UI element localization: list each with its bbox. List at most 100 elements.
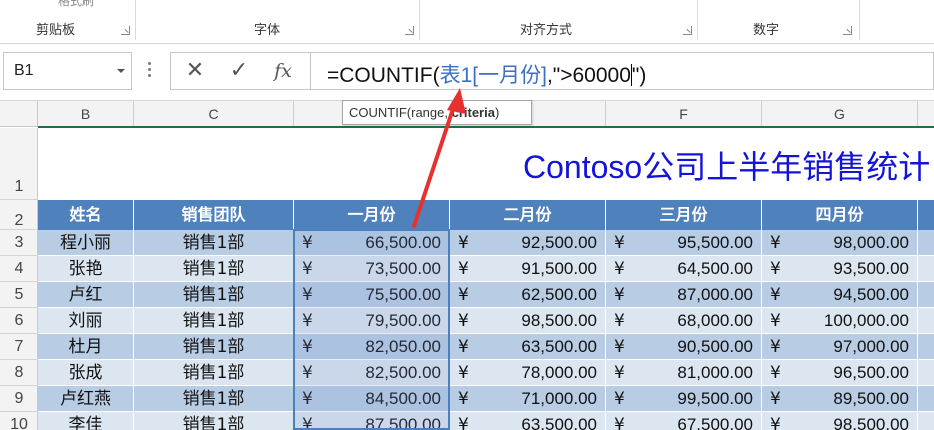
currency-symbol: ¥ (614, 285, 625, 305)
cell-team[interactable]: 销售1部 (134, 412, 294, 430)
table-header-apr[interactable]: 四月份 (762, 200, 918, 230)
column-header-c[interactable]: C (134, 101, 294, 127)
cell-jan[interactable]: ¥66,500.00 (294, 230, 450, 256)
row-header-5[interactable]: 5 (0, 282, 38, 308)
cell-amount: 63,500.00 (521, 415, 597, 430)
row-header-3[interactable]: 3 (0, 230, 38, 256)
table-header-feb[interactable]: 二月份 (450, 200, 606, 230)
cell-apr[interactable]: ¥89,500.00 (762, 386, 918, 412)
cell-team[interactable]: 销售1部 (134, 334, 294, 360)
cell-name[interactable]: 杜月 (38, 334, 134, 360)
worksheet-grid[interactable]: Contoso公司上半年销售统计 姓名 销售团队 一月份 二月份 三月份 四月份… (38, 128, 934, 430)
cell-name[interactable]: 刘丽 (38, 308, 134, 334)
cell-mar[interactable]: ¥95,500.00 (606, 230, 762, 256)
cell-jan[interactable]: ¥82,500.00 (294, 360, 450, 386)
row-header-7[interactable]: 7 (0, 334, 38, 360)
format-painter-label[interactable]: 格式刷 (58, 0, 94, 9)
cell-jan[interactable]: ¥73,500.00 (294, 256, 450, 282)
name-box[interactable]: B1 (3, 52, 132, 90)
cell-name[interactable]: 张艳 (38, 256, 134, 282)
cell-jan[interactable]: ¥82,050.00 (294, 334, 450, 360)
cell-jan[interactable]: ¥84,500.00 (294, 386, 450, 412)
cell-team[interactable]: 销售1部 (134, 308, 294, 334)
cell-apr[interactable]: ¥100,000.00 (762, 308, 918, 334)
row-header-10[interactable]: 10 (0, 412, 38, 430)
cell-amount: 90,500.00 (677, 337, 753, 356)
row-header-9[interactable]: 9 (0, 386, 38, 412)
column-header-g[interactable]: G (762, 101, 918, 127)
function-tooltip[interactable]: COUNTIF(range, criteria) (342, 100, 532, 125)
cell-feb[interactable]: ¥63,500.00 (450, 334, 606, 360)
cell-feb[interactable]: ¥63,500.00 (450, 412, 606, 430)
clipboard-launcher-icon[interactable] (121, 26, 130, 35)
ribbon-group-clipboard-label: 剪贴板 (36, 23, 76, 38)
tooltip-arg-criteria[interactable]: criteria (452, 105, 495, 120)
cell-name[interactable]: 张成 (38, 360, 134, 386)
tooltip-sep: , (444, 105, 452, 120)
number-launcher-icon[interactable] (843, 26, 852, 35)
select-all-corner[interactable] (0, 101, 38, 127)
table-header-jan[interactable]: 一月份 (294, 200, 450, 230)
cell-jan[interactable]: ¥79,500.00 (294, 308, 450, 334)
name-box-value[interactable]: B1 (14, 62, 34, 80)
sheet-title[interactable]: Contoso公司上半年销售统计 (523, 142, 930, 188)
table-header-name[interactable]: 姓名 (38, 200, 134, 230)
cell-name[interactable]: 卢红 (38, 282, 134, 308)
chevron-down-icon[interactable] (117, 69, 125, 73)
cell-feb[interactable]: ¥92,500.00 (450, 230, 606, 256)
cell-name[interactable]: 李佳 (38, 412, 134, 430)
table-row: 张艳 销售1部 ¥73,500.00 ¥91,500.00 ¥64,500.00 ¥93,… (38, 256, 934, 282)
cell-name[interactable]: 卢红燕 (38, 386, 134, 412)
cell-apr[interactable]: ¥98,000.00 (762, 230, 918, 256)
cell-team[interactable]: 销售1部 (134, 256, 294, 282)
row-header-2[interactable]: 2 (0, 200, 38, 230)
cell-amount: 62,500.00 (521, 285, 597, 304)
column-header-f[interactable]: F (606, 101, 762, 127)
cell-apr[interactable]: ¥98,500.00 (762, 412, 918, 430)
currency-symbol: ¥ (302, 389, 313, 409)
cell-jan[interactable]: ¥75,500.00 (294, 282, 450, 308)
row-header-4[interactable]: 4 (0, 256, 38, 282)
cell-feb[interactable]: ¥78,000.00 (450, 360, 606, 386)
alignment-launcher-icon[interactable] (683, 26, 692, 35)
close-icon[interactable]: ✕ (175, 53, 215, 89)
formula-text[interactable]: =COUNTIF(表1[一月份],">60000") (327, 59, 646, 89)
cell-feb[interactable]: ¥71,000.00 (450, 386, 606, 412)
cell-feb[interactable]: ¥91,500.00 (450, 256, 606, 282)
column-header-b[interactable]: B (38, 101, 134, 127)
check-icon[interactable]: ✓ (219, 53, 259, 89)
cell-mar[interactable]: ¥68,000.00 (606, 308, 762, 334)
row-header-8[interactable]: 8 (0, 360, 38, 386)
cell-mar[interactable]: ¥81,000.00 (606, 360, 762, 386)
cell-mar[interactable]: ¥64,500.00 (606, 256, 762, 282)
cell-apr[interactable]: ¥94,500.00 (762, 282, 918, 308)
cell-mar[interactable]: ¥90,500.00 (606, 334, 762, 360)
cell-team[interactable]: 销售1部 (134, 282, 294, 308)
cell-name[interactable]: 程小丽 (38, 230, 134, 256)
cell-feb[interactable]: ¥62,500.00 (450, 282, 606, 308)
cell-amount: 66,500.00 (365, 233, 441, 252)
ribbon-separator (697, 0, 698, 40)
cell-mar[interactable]: ¥87,000.00 (606, 282, 762, 308)
currency-symbol: ¥ (458, 311, 469, 331)
cell-apr[interactable]: ¥93,500.00 (762, 256, 918, 282)
drag-handle-icon[interactable] (148, 62, 151, 80)
cell-feb[interactable]: ¥98,500.00 (450, 308, 606, 334)
insert-function-icon[interactable]: fx (263, 53, 303, 89)
table-header-team[interactable]: 销售团队 (134, 200, 294, 230)
cell-mar[interactable]: ¥67,500.00 (606, 412, 762, 430)
row-header-1[interactable]: 1 (0, 128, 38, 200)
cell-mar[interactable]: ¥99,500.00 (606, 386, 762, 412)
cell-apr[interactable]: ¥97,000.00 (762, 334, 918, 360)
formula-input[interactable]: =COUNTIF(表1[一月份],">60000") (310, 52, 934, 90)
cell-jan[interactable]: ¥87,500.00 (294, 412, 450, 430)
cell-team[interactable]: 销售1部 (134, 386, 294, 412)
currency-symbol: ¥ (770, 311, 781, 331)
font-launcher-icon[interactable] (405, 26, 414, 35)
tooltip-arg-range[interactable]: range (411, 105, 444, 120)
cell-team[interactable]: 销售1部 (134, 230, 294, 256)
cell-apr[interactable]: ¥96,500.00 (762, 360, 918, 386)
cell-team[interactable]: 销售1部 (134, 360, 294, 386)
table-header-mar[interactable]: 三月份 (606, 200, 762, 230)
row-header-6[interactable]: 6 (0, 308, 38, 334)
